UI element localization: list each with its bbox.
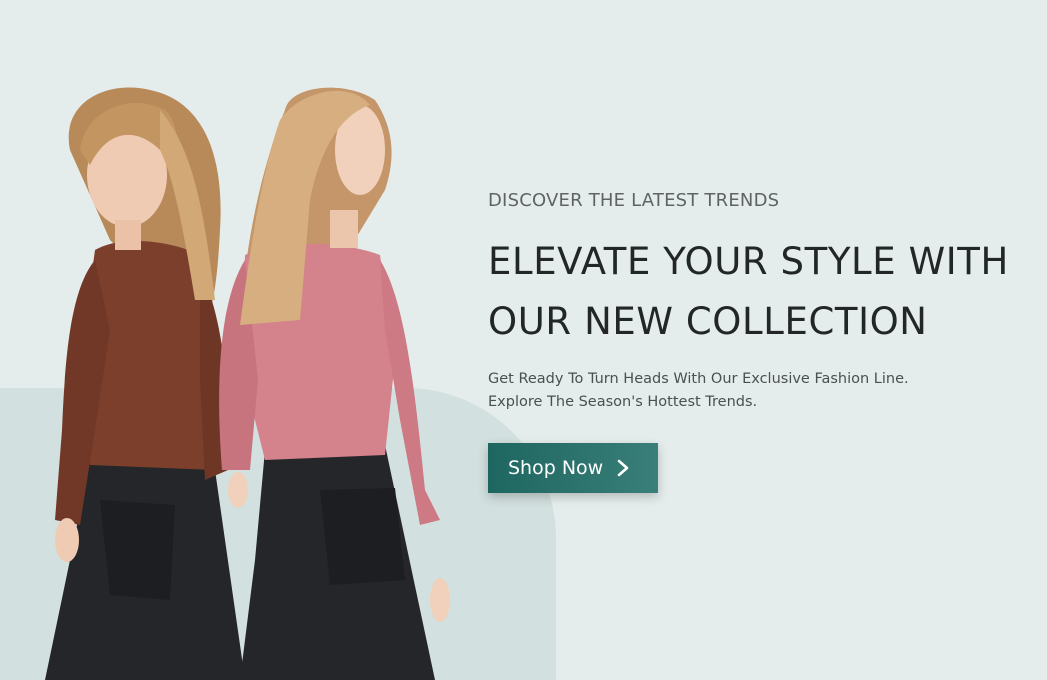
chevron-right-icon xyxy=(617,459,629,477)
hero-description: Get Ready To Turn Heads With Our Exclusi… xyxy=(488,368,1008,413)
right-model xyxy=(219,87,450,680)
shop-now-button[interactable]: Shop Now xyxy=(488,443,658,493)
headline-line-1: ELEVATE YOUR STYLE WITH xyxy=(488,240,1009,283)
shop-now-label: Shop Now xyxy=(508,457,604,479)
description-line-1: Get Ready To Turn Heads With Our Exclusi… xyxy=(488,371,909,387)
description-line-2: Explore The Season's Hottest Trends. xyxy=(488,393,758,410)
eyebrow-text: DISCOVER THE LATEST TRENDS xyxy=(488,190,780,211)
headline-line-2: OUR NEW COLLECTION xyxy=(488,300,928,343)
hero-section: DISCOVER THE LATEST TRENDS ELEVATE YOUR … xyxy=(0,0,1047,680)
hero-headline: ELEVATE YOUR STYLE WITH OUR NEW COLLECTI… xyxy=(488,232,1047,352)
left-model xyxy=(45,87,245,680)
models-image xyxy=(0,0,556,680)
